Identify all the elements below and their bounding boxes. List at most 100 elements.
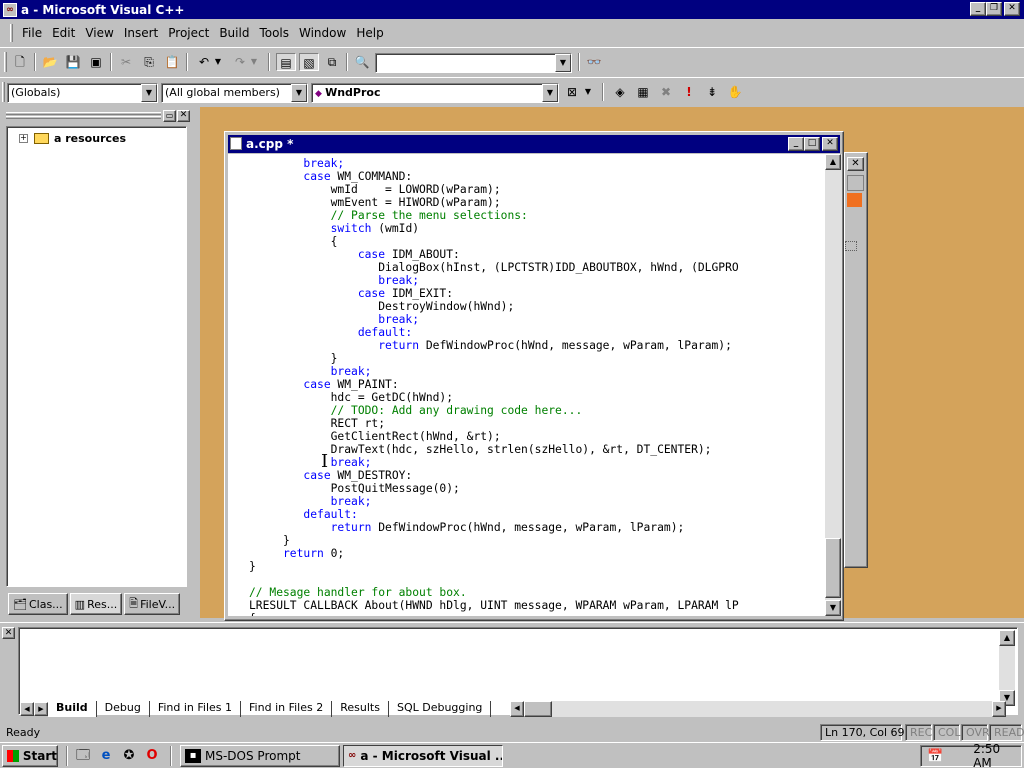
tab-build[interactable]: Build bbox=[48, 701, 97, 717]
toolbar-grip[interactable] bbox=[4, 52, 7, 72]
scope-combo[interactable]: (Globals) ▼ bbox=[7, 83, 158, 103]
task-visual-cpp[interactable]: ∞ a - Microsoft Visual ... bbox=[343, 745, 503, 767]
show-desktop-icon[interactable]: 🗔 bbox=[74, 747, 92, 765]
code-line[interactable]: case IDM_ABOUT: bbox=[249, 248, 739, 261]
start-button[interactable]: Start bbox=[2, 745, 58, 767]
tree-item-resources[interactable]: + a resources bbox=[19, 132, 126, 145]
cut-icon[interactable]: ✂ bbox=[116, 53, 136, 71]
compile-icon[interactable]: ◈ bbox=[610, 83, 630, 101]
code-line[interactable]: PostQuitMessage(0); bbox=[249, 482, 739, 495]
breakpoint-hand-icon[interactable]: ✋ bbox=[725, 83, 745, 101]
code-line[interactable]: // Parse the menu selections: bbox=[249, 209, 739, 222]
code-line[interactable]: break; bbox=[249, 365, 739, 378]
wizard-action-icon[interactable]: ⊠ bbox=[562, 83, 582, 101]
workspace-restore-button[interactable]: ▭ bbox=[163, 110, 176, 122]
close-button[interactable]: ✕ bbox=[1004, 2, 1020, 16]
restore-button[interactable]: ❐ bbox=[986, 2, 1002, 16]
tab-find-in-files-2[interactable]: Find in Files 2 bbox=[241, 701, 333, 717]
visual-cpp-app-icon[interactable]: ∞ bbox=[3, 2, 17, 17]
task-ms-dos-prompt[interactable]: ▪ MS-DOS Prompt bbox=[180, 745, 340, 767]
doc-close-button[interactable]: ✕ bbox=[822, 137, 838, 151]
code-line[interactable]: wmId = LOWORD(wParam); bbox=[249, 183, 739, 196]
scroll-up-icon[interactable]: ▲ bbox=[825, 154, 841, 170]
code-line[interactable]: default: bbox=[249, 326, 739, 339]
code-line[interactable]: break; bbox=[249, 274, 739, 287]
stop-build-icon[interactable]: ✖ bbox=[656, 83, 676, 101]
code-line[interactable] bbox=[249, 573, 739, 586]
execute-icon[interactable]: ! bbox=[679, 83, 699, 101]
scrollbar-up[interactable] bbox=[847, 175, 864, 191]
code-line[interactable]: break; bbox=[249, 495, 739, 508]
new-text-file-icon[interactable]: 🗋 bbox=[10, 53, 30, 71]
tab-fileview[interactable]: 🗎 FileV... bbox=[124, 593, 181, 615]
output-horizontal-scrollbar[interactable]: ◀ ▶ bbox=[510, 701, 1006, 717]
tab-scroll-left-icon[interactable]: ◀ bbox=[20, 702, 34, 716]
redo-dropdown-icon[interactable]: ▼ bbox=[248, 53, 260, 71]
code-line[interactable]: case WM_PAINT: bbox=[249, 378, 739, 391]
tab-sql-debugging[interactable]: SQL Debugging bbox=[389, 701, 492, 717]
code-line[interactable]: wmEvent = HIWORD(wParam); bbox=[249, 196, 739, 209]
workspace-close-button[interactable]: ✕ bbox=[177, 110, 190, 122]
source-file-icon[interactable] bbox=[230, 137, 242, 150]
code-line[interactable]: { bbox=[249, 612, 739, 616]
find-combo[interactable]: ▼ bbox=[375, 53, 572, 73]
tab-scroll-right-icon[interactable]: ▶ bbox=[34, 702, 48, 716]
code-line[interactable]: return 0; bbox=[249, 547, 739, 560]
document-title-bar[interactable]: a.cpp * _ □ ✕ bbox=[228, 135, 840, 153]
code-line[interactable]: // TODO: Add any drawing code here... bbox=[249, 404, 739, 417]
save-icon[interactable]: 💾 bbox=[63, 53, 83, 71]
code-line[interactable]: } bbox=[249, 352, 739, 365]
undo-dropdown-icon[interactable]: ▼ bbox=[212, 53, 224, 71]
menu-project[interactable]: Project bbox=[163, 26, 214, 40]
close-icon[interactable]: ✕ bbox=[847, 157, 864, 171]
code-line[interactable]: // Mesage handler for about box. bbox=[249, 586, 739, 599]
background-document-window[interactable]: ✕ bbox=[844, 152, 868, 568]
menu-bar-grip[interactable] bbox=[10, 24, 13, 42]
code-line[interactable]: } bbox=[249, 534, 739, 547]
save-all-icon[interactable]: ▣ bbox=[86, 53, 106, 71]
wizard-action-dropdown-icon[interactable]: ▼ bbox=[582, 83, 594, 101]
chevron-down-icon[interactable]: ▼ bbox=[141, 84, 157, 102]
internet-explorer-icon[interactable]: e bbox=[97, 747, 115, 765]
code-line[interactable]: DestroyWindow(hWnd); bbox=[249, 300, 739, 313]
scroll-thumb[interactable] bbox=[825, 538, 841, 598]
window-list-icon[interactable]: ⧉ bbox=[322, 53, 342, 71]
code-line[interactable]: default: bbox=[249, 508, 739, 521]
scroll-left-icon[interactable]: ◀ bbox=[510, 701, 524, 717]
menu-build[interactable]: Build bbox=[214, 26, 254, 40]
code-line[interactable]: hdc = GetDC(hWnd); bbox=[249, 391, 739, 404]
menu-window[interactable]: Window bbox=[294, 26, 351, 40]
code-line[interactable]: DialogBox(hInst, (LPCTSTR)IDD_ABOUTBOX, … bbox=[249, 261, 738, 274]
workspace-window-icon[interactable]: ▤ bbox=[276, 53, 296, 71]
menu-tools[interactable]: Tools bbox=[254, 26, 294, 40]
code-line[interactable]: return DefWindowProc(hWnd, message, wPar… bbox=[249, 339, 739, 352]
chevron-down-icon[interactable]: ▼ bbox=[555, 54, 571, 72]
tab-results[interactable]: Results bbox=[332, 701, 389, 717]
tab-find-in-files-1[interactable]: Find in Files 1 bbox=[150, 701, 242, 717]
chevron-down-icon[interactable]: ▼ bbox=[291, 84, 307, 102]
code-line[interactable]: switch (wmId) bbox=[249, 222, 739, 235]
code-line[interactable]: case WM_COMMAND: bbox=[249, 170, 739, 183]
app-title-bar[interactable]: ∞ a - Microsoft Visual C++ _ ❐ ✕ bbox=[0, 0, 1024, 19]
resource-tree[interactable]: + a resources bbox=[6, 126, 187, 587]
workspace-header[interactable]: ▭ ✕ bbox=[6, 110, 190, 123]
code-line[interactable]: break; bbox=[249, 157, 739, 170]
code-line[interactable]: GetClientRect(hWnd, &rt); bbox=[249, 430, 739, 443]
redo-icon[interactable]: ↷ bbox=[230, 53, 250, 71]
open-folder-icon[interactable]: 📂 bbox=[40, 53, 60, 71]
copy-icon[interactable]: ⎘ bbox=[139, 53, 159, 71]
code-line[interactable]: RECT rt; bbox=[249, 417, 739, 430]
tab-classview[interactable]: 🗂 Clas... bbox=[8, 593, 68, 615]
toolbar-grip[interactable] bbox=[2, 82, 5, 102]
opera-icon[interactable]: O bbox=[143, 747, 161, 765]
members-combo[interactable]: (All global members) ▼ bbox=[161, 83, 308, 103]
code-line[interactable]: return DefWindowProc(hWnd, message, wPar… bbox=[249, 521, 739, 534]
output-vertical-scrollbar[interactable]: ▲ ▼ bbox=[999, 630, 1015, 706]
code-line[interactable]: { bbox=[249, 235, 739, 248]
scroll-down-icon[interactable]: ▼ bbox=[825, 600, 841, 616]
undo-icon[interactable]: ↶ bbox=[194, 53, 214, 71]
scroll-right-icon[interactable]: ▶ bbox=[992, 701, 1006, 717]
scheduler-icon[interactable]: 📅 bbox=[927, 749, 943, 764]
code-editor[interactable]: break; case WM_COMMAND: wmId = LOWORD(wP… bbox=[228, 154, 825, 616]
menu-view[interactable]: View bbox=[80, 26, 118, 40]
